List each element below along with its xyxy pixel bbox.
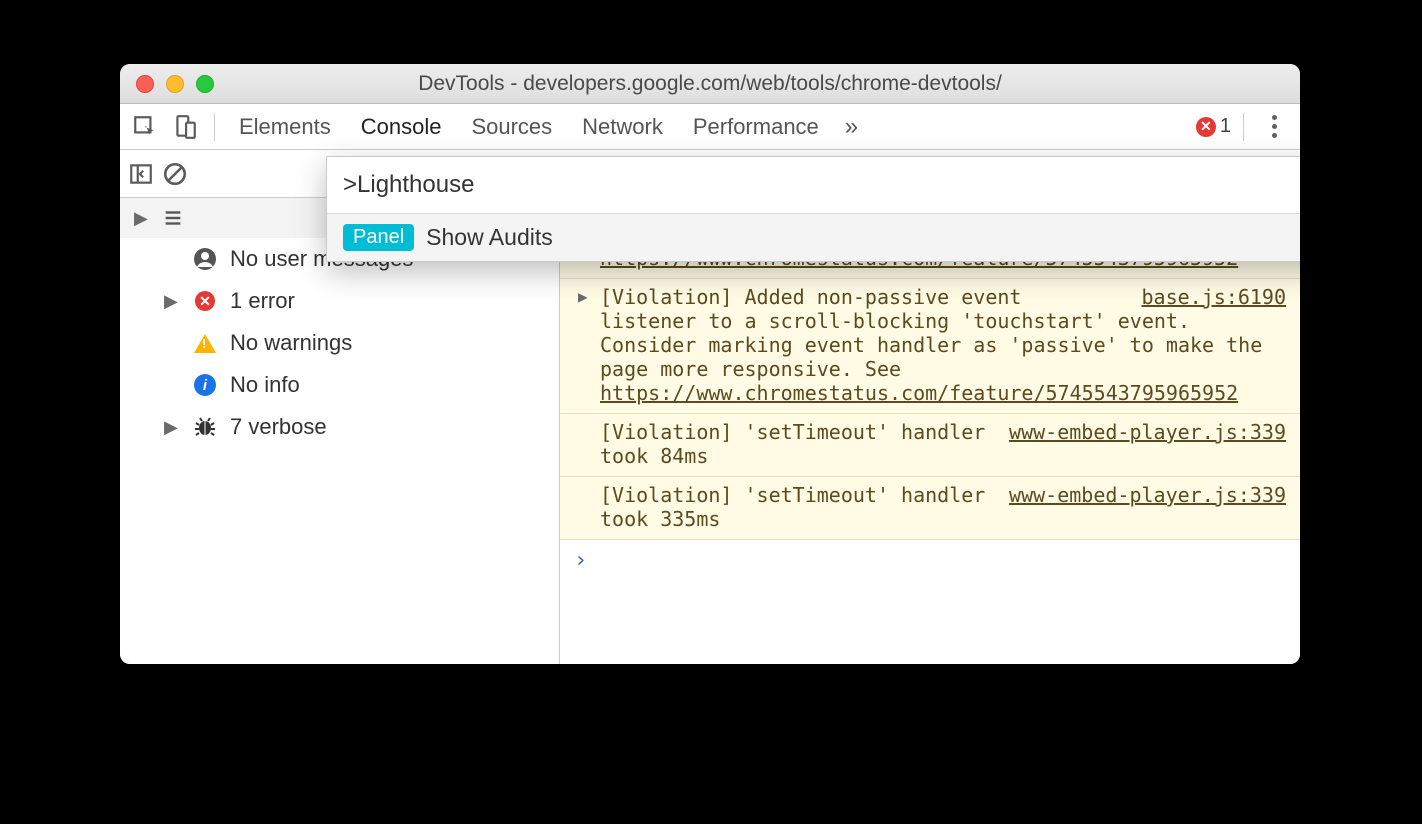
tab-performance[interactable]: Performance	[681, 114, 831, 140]
sidebar-item-label: No info	[230, 372, 300, 398]
window-title: DevTools - developers.google.com/web/too…	[120, 72, 1300, 96]
console-message: ▶ base.js:6190 [Violation] Added non-pas…	[560, 279, 1300, 414]
command-menu: Panel Show Audits	[326, 156, 1300, 262]
settings-menu-icon[interactable]	[1262, 115, 1286, 138]
sidebar-item-info[interactable]: i No info	[120, 364, 559, 406]
console-body: ▶ No user messages ▶ ✕ 1 error	[120, 198, 1300, 664]
sidebar-item-errors[interactable]: ▶ ✕ 1 error	[120, 280, 559, 322]
console-message-text: [Violation] 'setTimeout' handler took 33…	[600, 483, 985, 531]
console-message: www-embed-player.js:339 [Violation] 'set…	[560, 414, 1300, 477]
error-icon: ✕	[192, 291, 218, 311]
expand-icon: ▶	[134, 208, 150, 229]
console-source-link[interactable]: www-embed-player.js:339	[1009, 483, 1286, 507]
clear-console-icon[interactable]	[162, 161, 188, 187]
minimize-window-button[interactable]	[166, 75, 184, 93]
user-icon	[192, 247, 218, 271]
console-message: www-embed-player.js:339 [Violation] 'set…	[560, 477, 1300, 540]
close-window-button[interactable]	[136, 75, 154, 93]
error-count: 1	[1220, 115, 1231, 138]
main-toolbar: Elements Console Sources Network Perform…	[120, 104, 1300, 150]
error-icon: ✕	[1196, 117, 1216, 137]
list-icon	[162, 207, 184, 229]
console-source-link[interactable]: base.js:6190	[1142, 285, 1287, 309]
tab-elements[interactable]: Elements	[227, 114, 343, 140]
console-output: nt. make the page more responsive. See h…	[560, 198, 1300, 664]
devtools-window: DevTools - developers.google.com/web/too…	[120, 64, 1300, 664]
tabs-overflow-icon[interactable]: »	[837, 113, 860, 141]
info-icon: i	[192, 374, 218, 396]
console-link[interactable]: https://www.chromestatus.com/feature/574…	[600, 381, 1238, 405]
traffic-lights	[120, 75, 214, 93]
prompt-chevron-icon: ›	[574, 548, 587, 573]
sidebar-item-warnings[interactable]: No warnings	[120, 322, 559, 364]
expand-icon[interactable]: ▶	[578, 287, 588, 306]
sidebar-item-label: No warnings	[230, 330, 352, 356]
console-prompt[interactable]: ›	[560, 540, 1300, 664]
tab-sources[interactable]: Sources	[459, 114, 564, 140]
tab-console[interactable]: Console	[349, 114, 454, 140]
sidebar-item-verbose[interactable]: ▶ 7 verbose	[120, 406, 559, 448]
tab-network[interactable]: Network	[570, 114, 675, 140]
inspect-icon[interactable]	[128, 114, 162, 140]
error-count-badge[interactable]: ✕ 1	[1196, 115, 1231, 138]
panel-badge: Panel	[343, 224, 414, 251]
console-message-text: [Violation] 'setTimeout' handler took 84…	[600, 420, 985, 468]
console-sidebar: ▶ No user messages ▶ ✕ 1 error	[120, 198, 560, 664]
zoom-window-button[interactable]	[196, 75, 214, 93]
warning-icon	[192, 334, 218, 353]
device-toggle-icon[interactable]	[168, 114, 202, 140]
command-menu-input[interactable]	[327, 157, 1300, 213]
command-menu-result-label: Show Audits	[426, 224, 553, 251]
expand-icon: ▶	[164, 417, 180, 438]
expand-icon: ▶	[164, 291, 180, 312]
toggle-sidebar-icon[interactable]	[128, 161, 154, 187]
sidebar-item-label: 1 error	[230, 288, 295, 314]
console-source-link[interactable]: www-embed-player.js:339	[1009, 420, 1286, 444]
titlebar: DevTools - developers.google.com/web/too…	[120, 64, 1300, 104]
bug-icon	[192, 415, 218, 439]
command-menu-result[interactable]: Panel Show Audits	[327, 213, 1300, 261]
sidebar-item-label: 7 verbose	[230, 414, 327, 440]
